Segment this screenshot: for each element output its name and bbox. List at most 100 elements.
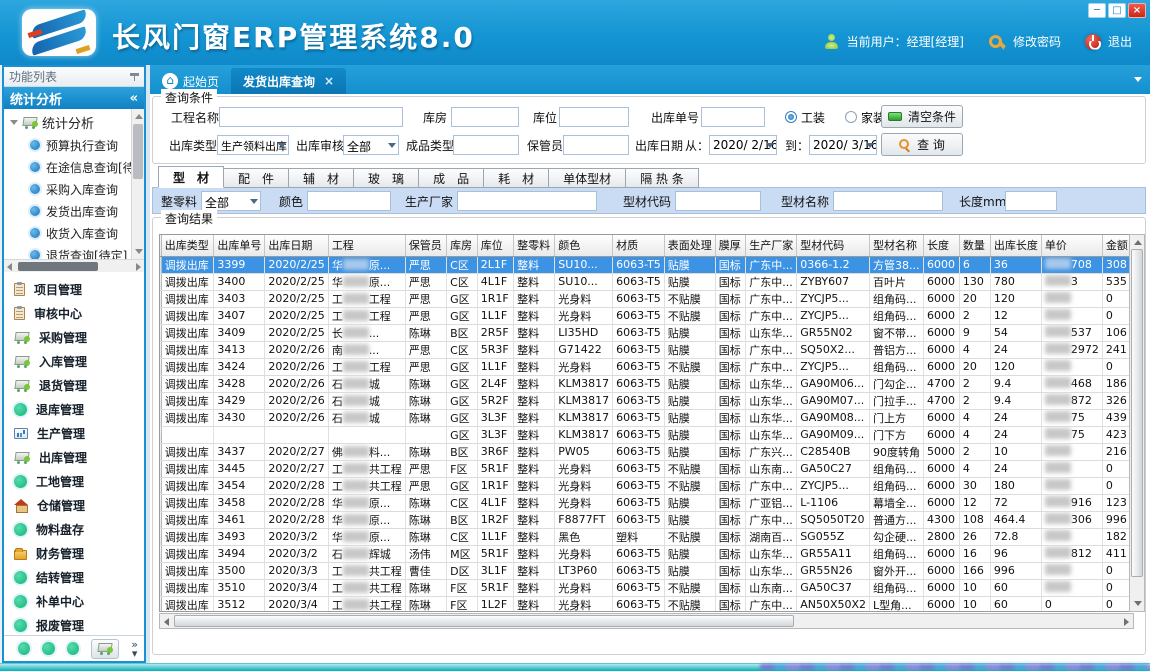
sidebar-item-补单中心[interactable]: 补单中心: [4, 589, 144, 613]
date-from-picker[interactable]: 2020/ 2/16: [709, 135, 777, 155]
column-header-库位[interactable]: 库位: [477, 235, 513, 256]
scrollbar-thumb[interactable]: [1131, 249, 1143, 577]
table-row[interactable]: 调拨出库35122020/3/4工共工程陈琳F区1L2F整料光身料6063-T5…: [160, 596, 1133, 612]
tree-horizontal-scrollbar[interactable]: [4, 259, 144, 272]
maximize-button[interactable]: □: [1108, 3, 1126, 18]
table-row[interactable]: 调拨出库33992020/2/25华原...严思C区2L1F整料SU10...6…: [160, 256, 1133, 273]
sidebar-item-项目管理[interactable]: 项目管理: [4, 277, 144, 301]
warehouse-input[interactable]: [451, 107, 519, 127]
scroll-left-icon[interactable]: [164, 618, 169, 626]
product-type-input[interactable]: [453, 135, 519, 155]
sidebar-item-结转管理[interactable]: 结转管理: [4, 565, 144, 589]
column-header-工程[interactable]: 工程: [328, 235, 405, 256]
tree-item-发货出库查询[interactable]: 发货出库查询: [4, 200, 144, 222]
tree-item-在途信息查询[待[interactable]: 在途信息查询[待: [4, 156, 144, 178]
sidebar-item-财务管理[interactable]: 财务管理: [4, 541, 144, 565]
column-header-型材名称[interactable]: 型材名称: [870, 235, 924, 256]
sidebar-item-物料盘存[interactable]: 物料盘存: [4, 517, 144, 541]
sidebar-item-生产管理[interactable]: 生产管理: [4, 421, 144, 445]
column-header-生产厂家[interactable]: 生产厂家: [746, 235, 797, 256]
material-tab-配件[interactable]: 配 件: [224, 168, 289, 188]
column-header-出库单号[interactable]: 出库单号: [214, 235, 265, 256]
change-password-link[interactable]: 修改密码: [1013, 33, 1061, 50]
column-header-数量[interactable]: 数量: [959, 235, 990, 256]
table-row[interactable]: 调拨出库35102020/3/4工共工程陈琳F区5R1F整料光身料6063-T5…: [160, 579, 1133, 596]
table-row[interactable]: 调拨出库34292020/2/26石城陈琳G区5R2F整料KLM38176063…: [160, 392, 1133, 409]
tablist-dropdown-icon[interactable]: [1134, 77, 1142, 82]
sidebar-item-审核中心[interactable]: 审核中心: [4, 301, 144, 325]
column-header-库房[interactable]: 库房: [447, 235, 478, 256]
table-row[interactable]: 调拨出库34372020/2/27佛料...陈琳B区3R6F整料PW056063…: [160, 443, 1133, 460]
table-row[interactable]: 调拨出库34612020/2/28华原...陈琳B区1R2F整料F8877FT6…: [160, 511, 1133, 528]
column-header-出库长度[interactable]: 出库长度: [990, 235, 1041, 256]
outbound-type-select[interactable]: 生产领料出库: [217, 135, 289, 155]
tree-expander-icon[interactable]: [10, 120, 18, 125]
dot-icon[interactable]: [18, 642, 30, 655]
scroll-down-icon[interactable]: [135, 249, 143, 254]
column-header-保管员[interactable]: 保管员: [405, 235, 446, 256]
column-header-长度[interactable]: 长度: [924, 235, 960, 256]
sidebar-item-报废管理[interactable]: 报废管理: [4, 613, 144, 635]
table-row[interactable]: 调拨出库34002020/2/25华原...严思C区4L1F整料SU10...6…: [160, 273, 1133, 290]
project-name-input[interactable]: [219, 107, 403, 127]
sidebar-item-出库管理[interactable]: 出库管理: [4, 445, 144, 469]
scroll-up-icon[interactable]: [135, 114, 143, 119]
column-header-出库类型[interactable]: 出库类型: [161, 235, 214, 256]
scroll-right-icon[interactable]: [136, 263, 141, 271]
search-button[interactable]: 查 询: [881, 133, 963, 156]
sidebar-item-退货管理[interactable]: 退货管理: [4, 373, 144, 397]
scroll-left-icon[interactable]: [7, 263, 12, 271]
keeper-input[interactable]: [563, 135, 629, 155]
material-tab-耗材[interactable]: 耗 材: [484, 168, 549, 188]
tree-item-退货查询[待定][interactable]: 退货查询[待定]: [4, 244, 144, 259]
table-row[interactable]: 调拨出库34282020/2/26石城陈琳G区2L4F整料KLM38176063…: [160, 375, 1133, 392]
scroll-down-icon[interactable]: [1134, 601, 1142, 606]
close-tab-icon[interactable]: ×: [324, 74, 334, 88]
tree-item-采购入库查询[interactable]: 采购入库查询: [4, 178, 144, 200]
table-row[interactable]: 调拨出库34092020/2/25长...陈琳B区2R5F整料LI35HD606…: [160, 324, 1133, 341]
table-row[interactable]: 调拨出库34932020/3/2华原...陈琳C区1L1F整料黑色塑料不贴膜国标…: [160, 528, 1133, 545]
location-input[interactable]: [559, 107, 629, 127]
table-row[interactable]: 调拨出库34032020/2/25工工程严思G区1R1F整料光身料6063-T5…: [160, 290, 1133, 307]
table-row[interactable]: 调拨出库34242020/2/26工工程严思G区1L1F整料光身料6063-T5…: [160, 358, 1133, 375]
pin-icon[interactable]: [130, 72, 139, 82]
column-header-金额[interactable]: 金额: [1102, 235, 1132, 256]
order-no-input[interactable]: [701, 107, 765, 127]
tree-item-预算执行查询[interactable]: 预算执行查询: [4, 134, 144, 156]
column-header-型材代码[interactable]: 型材代码: [797, 235, 870, 256]
column-header-单价[interactable]: 单价: [1041, 235, 1102, 256]
sidebar-item-采购管理[interactable]: 采购管理: [4, 325, 144, 349]
table-row[interactable]: 调拨出库35002020/3/3工共工程曹佳D区3L1F整料LT3P606063…: [160, 562, 1133, 579]
material-tab-辅材[interactable]: 辅 材: [289, 168, 354, 188]
table-row[interactable]: 调拨出库34542020/2/28工共工程严思G区1R1F整料光身料6063-T…: [160, 477, 1133, 494]
collapse-icon[interactable]: «: [130, 91, 138, 106]
minimize-button[interactable]: ─: [1088, 3, 1106, 18]
sidebar-item-退库管理[interactable]: 退库管理: [4, 397, 144, 421]
clear-conditions-button[interactable]: 清空条件: [881, 105, 963, 128]
dot-icon[interactable]: [42, 642, 54, 655]
factory-input[interactable]: [457, 191, 597, 211]
table-vertical-scrollbar[interactable]: [1129, 234, 1145, 612]
table-row[interactable]: G区3L3F整料KLM38176063-T5贴膜国标山东华...GA90M09.…: [160, 426, 1133, 443]
tab-shipment-outbound-query[interactable]: 发货出库查询 ×: [231, 68, 346, 94]
table-row[interactable]: 调拨出库34072020/2/25工工程严思G区1L1F整料光身料6063-T5…: [160, 307, 1133, 324]
sidebar-item-工地管理[interactable]: 工地管理: [4, 469, 144, 493]
column-header-整零料[interactable]: 整零料: [514, 235, 555, 256]
outbound-audit-select[interactable]: 全部: [343, 135, 399, 155]
column-header-膜厚[interactable]: 膜厚: [715, 235, 745, 256]
material-tab-单体型材[interactable]: 单体型材: [549, 168, 626, 188]
close-button[interactable]: ×: [1128, 3, 1146, 18]
length-input[interactable]: [1005, 191, 1057, 211]
tree-item-收货入库查询[interactable]: 收货入库查询: [4, 222, 144, 244]
column-header-表面处理[interactable]: 表面处理: [664, 235, 715, 256]
scroll-right-icon[interactable]: [1124, 618, 1129, 626]
sidebar-group-header[interactable]: 统计分析 «: [4, 87, 144, 109]
material-tab-型材[interactable]: 型 材: [158, 166, 224, 188]
column-header-出库日期[interactable]: 出库日期: [265, 235, 328, 256]
column-header-材质[interactable]: 材质: [613, 235, 665, 256]
tree-vertical-scrollbar[interactable]: [131, 109, 144, 259]
date-to-picker[interactable]: 2020/ 3/16: [809, 135, 877, 155]
table-row[interactable]: 调拨出库34302020/2/26石城陈琳G区3L3F整料KLM38176063…: [160, 409, 1133, 426]
logout-link[interactable]: 退出: [1108, 33, 1132, 50]
cart-shortcut-button[interactable]: [91, 639, 119, 659]
